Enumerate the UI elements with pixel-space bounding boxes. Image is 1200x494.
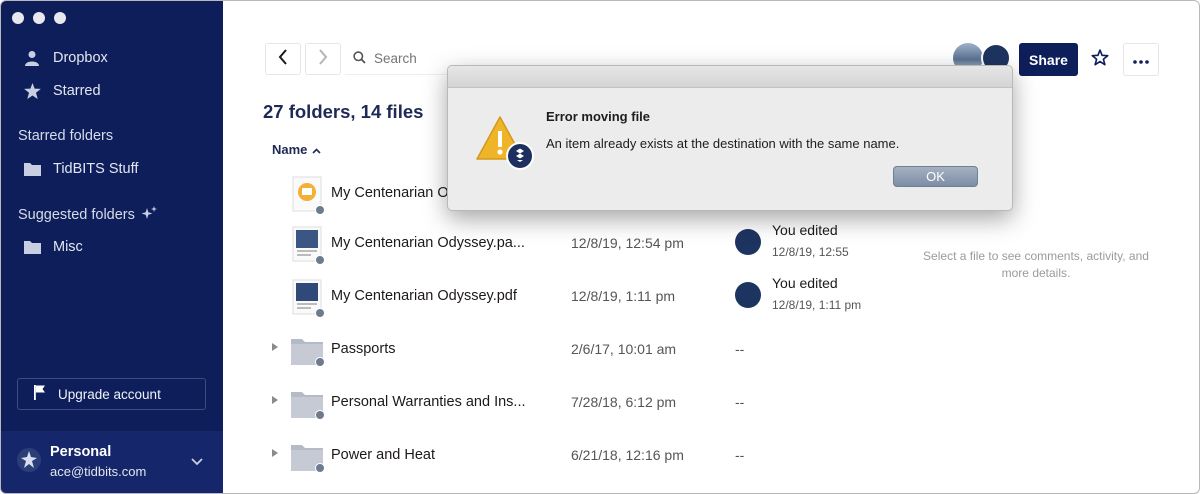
sync-badge-icon xyxy=(315,357,325,367)
sync-badge-icon xyxy=(315,255,325,265)
activity-text: You edited xyxy=(772,222,838,238)
person-icon xyxy=(23,49,41,67)
sync-badge-icon xyxy=(315,308,325,318)
flag-icon xyxy=(34,385,46,403)
sidebar: Dropbox Starred Starred folders TidBITS … xyxy=(1,1,223,493)
chevron-left-icon xyxy=(278,48,288,70)
account-switcher[interactable]: Personal ace@tidbits.com xyxy=(1,431,223,493)
suggested-folders-label: Suggested folders xyxy=(18,207,135,223)
warning-icon xyxy=(476,114,534,170)
expand-caret-icon[interactable] xyxy=(272,343,278,351)
sparkle-icon xyxy=(141,206,157,224)
sidebar-item-dropbox[interactable]: Dropbox xyxy=(23,49,108,67)
sync-badge-icon xyxy=(315,410,325,420)
sort-ascending-icon xyxy=(312,142,321,157)
expand-caret-icon[interactable] xyxy=(272,396,278,404)
more-options-button[interactable] xyxy=(1123,43,1159,76)
modified-date: 2/6/17, 10:01 am xyxy=(571,341,677,357)
ok-button[interactable]: OK xyxy=(893,166,978,187)
dialog-titlebar[interactable] xyxy=(448,66,1012,88)
minimize-window-button[interactable] xyxy=(33,12,45,24)
activity-text: You edited xyxy=(772,275,838,291)
activity-text: -- xyxy=(735,394,745,410)
window-controls xyxy=(12,12,66,24)
sidebar-item-tidbits-stuff[interactable]: TidBITS Stuff xyxy=(23,160,138,178)
star-outline-icon xyxy=(1091,48,1109,71)
expand-caret-icon[interactable] xyxy=(272,449,278,457)
activity-text: -- xyxy=(735,341,745,357)
sidebar-item-label: Dropbox xyxy=(53,50,108,66)
name-column-header[interactable]: Name xyxy=(272,142,321,157)
modified-date: 7/28/18, 6:12 pm xyxy=(571,394,677,410)
suggested-folders-heading: Suggested folders xyxy=(18,206,157,224)
folder-row[interactable]: Personal Warranties and Ins... 7/28/18, … xyxy=(263,376,903,428)
ellipsis-icon xyxy=(1133,51,1149,69)
sync-badge-icon xyxy=(315,463,325,473)
folder-icon xyxy=(23,238,41,256)
dialog-title: Error moving file xyxy=(546,109,651,124)
forward-button[interactable] xyxy=(305,43,341,75)
back-button[interactable] xyxy=(265,43,301,75)
starred-folders-heading: Starred folders xyxy=(18,128,114,144)
star-folder-button[interactable] xyxy=(1082,43,1118,76)
modified-date: 12/8/19, 12:54 pm xyxy=(571,235,684,251)
file-row[interactable]: My Centenarian Odyssey.pdf 12/8/19, 1:11… xyxy=(263,270,903,322)
folder-name[interactable]: Power and Heat xyxy=(331,447,435,463)
item-count-title: 27 folders, 14 files xyxy=(263,101,424,122)
sidebar-item-label: Starred xyxy=(53,83,101,99)
folder-icon xyxy=(23,160,41,178)
search-icon xyxy=(353,50,366,67)
share-button[interactable]: Share xyxy=(1019,43,1078,76)
file-name[interactable]: My Centenarian Odyssey.pa... xyxy=(331,235,525,251)
folder-row[interactable]: Passports 2/6/17, 10:01 am -- xyxy=(263,323,903,375)
folder-name[interactable]: Passports xyxy=(331,341,395,357)
close-window-button[interactable] xyxy=(12,12,24,24)
dialog-message: An item already exists at the destinatio… xyxy=(546,136,900,151)
account-name: Personal xyxy=(50,444,112,460)
zoom-window-button[interactable] xyxy=(54,12,66,24)
sidebar-item-misc[interactable]: Misc xyxy=(23,238,83,256)
dropbox-window: Dropbox Starred Starred folders TidBITS … xyxy=(0,0,1200,494)
modified-date: 6/21/18, 12:16 pm xyxy=(571,447,684,463)
account-email: ace@tidbits.com xyxy=(50,464,147,479)
activity-date: 12/8/19, 12:55 xyxy=(772,245,849,259)
sidebar-item-starred[interactable]: Starred xyxy=(23,82,101,100)
error-dialog: Error moving file An item already exists… xyxy=(447,65,1013,211)
file-row[interactable]: My Centenarian Odyssey.pa... 12/8/19, 12… xyxy=(263,217,903,269)
activity-text: -- xyxy=(735,447,745,463)
details-panel-hint: Select a file to see comments, activity,… xyxy=(923,249,1149,280)
chevron-down-icon xyxy=(191,453,203,471)
activity-date: 12/8/19, 1:11 pm xyxy=(772,298,862,312)
search-input[interactable] xyxy=(374,51,574,66)
upgrade-account-button[interactable]: Upgrade account xyxy=(17,378,206,410)
account-avatar xyxy=(17,448,41,472)
file-name[interactable]: My Centenarian Odyssey.pdf xyxy=(331,288,517,304)
sidebar-item-label: Misc xyxy=(53,239,83,255)
star-icon xyxy=(23,82,41,100)
name-column-label: Name xyxy=(272,142,308,157)
activity-avatar xyxy=(735,282,761,308)
sidebar-item-label: TidBITS Stuff xyxy=(53,161,139,177)
sync-badge-icon xyxy=(315,205,325,215)
activity-avatar xyxy=(735,229,761,255)
folder-row[interactable]: Power and Heat 6/21/18, 12:16 pm -- xyxy=(263,429,903,481)
upgrade-account-label: Upgrade account xyxy=(58,386,161,402)
chevron-right-icon xyxy=(318,48,328,70)
folder-name[interactable]: Personal Warranties and Ins... xyxy=(331,394,526,410)
modified-date: 12/8/19, 1:11 pm xyxy=(571,288,676,304)
